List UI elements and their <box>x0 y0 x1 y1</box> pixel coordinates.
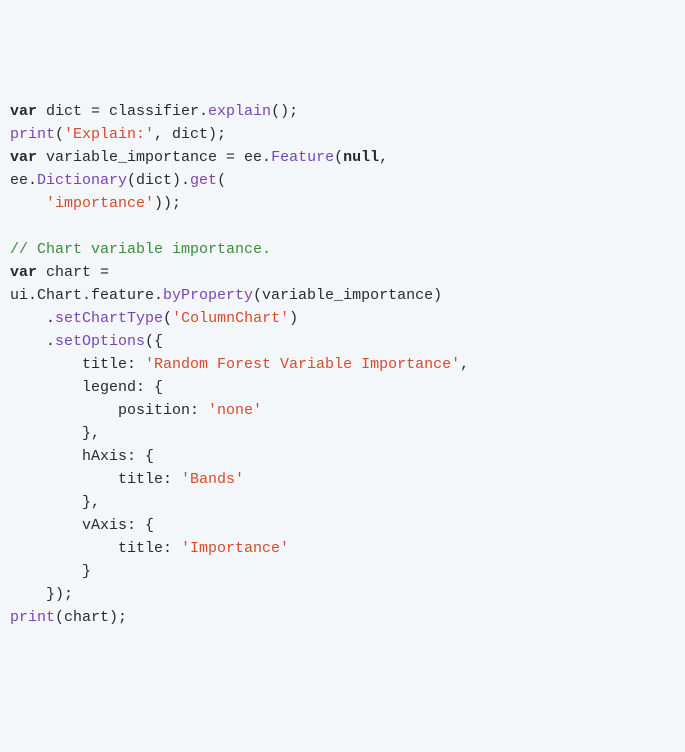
code-token-plain: ( <box>334 149 343 166</box>
code-token-plain: (dict). <box>127 172 190 189</box>
code-token-plain: . <box>10 333 55 350</box>
code-token-fn: byProperty <box>163 287 253 304</box>
code-token-plain: , <box>379 149 388 166</box>
code-token-str: 'Explain:' <box>64 126 154 143</box>
code-token-fn: setChartType <box>55 310 163 327</box>
code-token-plain: (); <box>271 103 298 120</box>
code-token-kw: null <box>343 149 379 166</box>
code-token-plain: }, <box>10 494 100 511</box>
code-token-plain: )); <box>154 195 181 212</box>
code-token-plain: }, <box>10 425 100 442</box>
code-token-str: 'Importance' <box>181 540 289 557</box>
code-token-plain: }); <box>10 586 73 603</box>
code-token-plain: hAxis: { <box>10 448 154 465</box>
code-token-plain: (variable_importance) <box>253 287 442 304</box>
code-token-str: 'none' <box>208 402 262 419</box>
code-token-str: 'Bands' <box>181 471 244 488</box>
code-token-str: 'ColumnChart' <box>172 310 289 327</box>
code-token-plain <box>10 195 46 212</box>
code-token-plain: ({ <box>145 333 163 350</box>
code-token-plain: ( <box>163 310 172 327</box>
code-token-plain: title: <box>10 356 145 373</box>
code-token-plain: ( <box>217 172 226 189</box>
code-token-plain: variable_importance = ee. <box>37 149 271 166</box>
code-token-plain: ( <box>55 126 64 143</box>
code-token-plain: position: <box>10 402 208 419</box>
code-token-fn: get <box>190 172 217 189</box>
code-block: var dict = classifier.explain(); print('… <box>10 100 675 629</box>
code-token-fn: print <box>10 609 55 626</box>
code-token-fn: Dictionary <box>37 172 127 189</box>
code-token-fn: explain <box>208 103 271 120</box>
code-token-cmt: // Chart variable importance. <box>10 241 271 258</box>
code-token-plain: , dict); <box>154 126 226 143</box>
code-token-fn: setOptions <box>55 333 145 350</box>
code-token-plain: vAxis: { <box>10 517 154 534</box>
code-token-str: 'Random Forest Variable Importance' <box>145 356 460 373</box>
code-token-plain: dict = classifier. <box>37 103 208 120</box>
code-token-plain: . <box>10 310 55 327</box>
code-token-plain: ee. <box>10 172 37 189</box>
code-token-plain: ui.Chart.feature. <box>10 287 163 304</box>
code-token-str: 'importance' <box>46 195 154 212</box>
code-token-kw: var <box>10 103 37 120</box>
code-token-plain: } <box>10 563 91 580</box>
code-token-plain: title: <box>10 540 181 557</box>
code-token-plain: ) <box>289 310 298 327</box>
code-token-plain: chart = <box>37 264 109 281</box>
code-token-plain: , <box>460 356 469 373</box>
code-token-kw: var <box>10 149 37 166</box>
code-token-plain: (chart); <box>55 609 127 626</box>
code-token-kw: var <box>10 264 37 281</box>
code-token-plain: legend: { <box>10 379 163 396</box>
code-token-fn: print <box>10 126 55 143</box>
code-token-plain: title: <box>10 471 181 488</box>
code-token-fn: Feature <box>271 149 334 166</box>
